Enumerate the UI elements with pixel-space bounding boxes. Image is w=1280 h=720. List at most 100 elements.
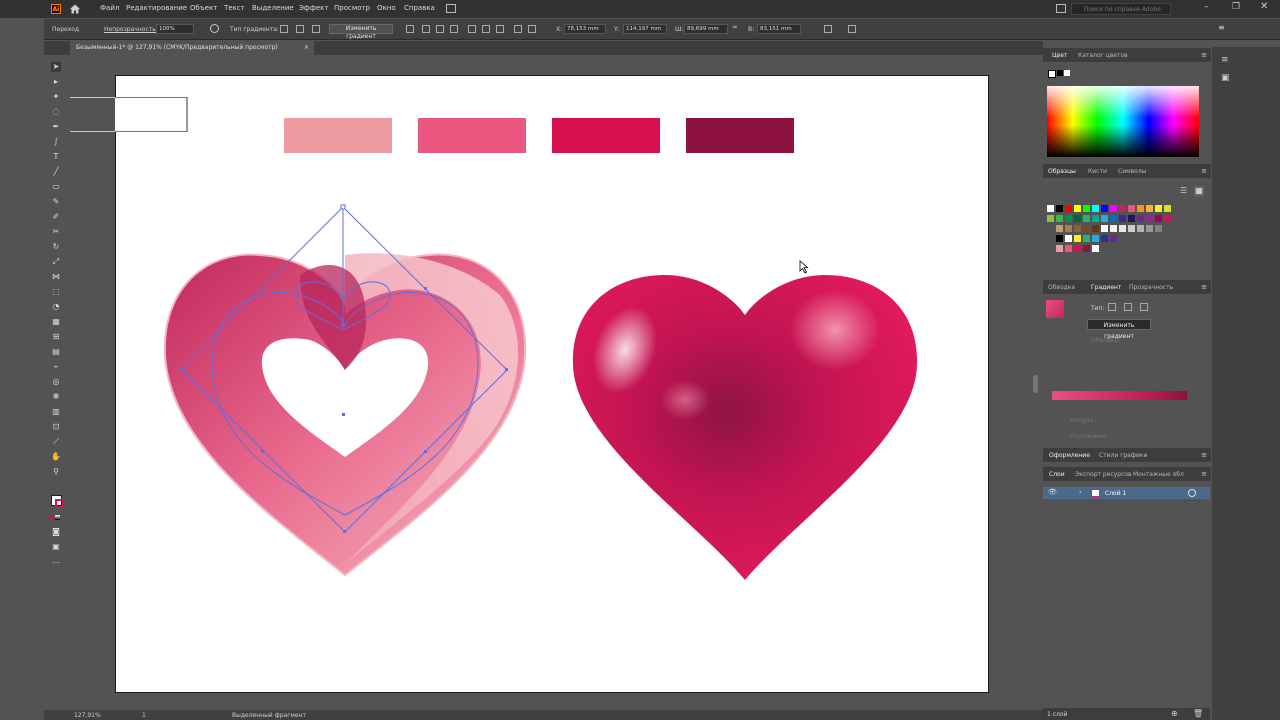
- swatch-cell[interactable]: [1047, 215, 1054, 222]
- mesh-tool-icon[interactable]: ⊞: [51, 332, 61, 342]
- delete-layer-icon[interactable]: 🗑: [1193, 709, 1203, 718]
- libraries-icon[interactable]: ▣: [1221, 73, 1230, 83]
- gradient-tool-icon[interactable]: ▤: [51, 347, 61, 357]
- swatch-cell[interactable]: [1074, 205, 1081, 212]
- curvature-tool-icon[interactable]: ∫: [51, 137, 61, 147]
- swatch-cell[interactable]: [1110, 225, 1117, 232]
- type-tool-icon[interactable]: T: [51, 152, 61, 162]
- isolate-icon[interactable]: [848, 25, 856, 33]
- color-spectrum[interactable]: [1047, 86, 1199, 157]
- tab-symbols[interactable]: Символы: [1118, 168, 1146, 175]
- layer-row[interactable]: 👁 › Слой 1: [1043, 487, 1210, 499]
- eyedropper-icon[interactable]: ⌁: [51, 362, 61, 372]
- swatch-cell[interactable]: [1056, 205, 1063, 212]
- hand-tool-icon[interactable]: ✋: [51, 452, 61, 462]
- swatch-cell[interactable]: [1101, 225, 1108, 232]
- swatch-cell[interactable]: [1092, 235, 1099, 242]
- blend-tool-icon[interactable]: ◎: [51, 377, 61, 387]
- gradient-mode-icon[interactable]: [55, 515, 60, 520]
- linear-type-icon[interactable]: [1108, 303, 1116, 311]
- align-bottom-icon[interactable]: [496, 25, 504, 33]
- edit-gradient-button[interactable]: Изменить градиент: [329, 24, 393, 40]
- swatch-cell[interactable]: [1092, 225, 1099, 232]
- line-tool-icon[interactable]: ╱: [51, 167, 61, 177]
- layers-panel-menu-icon[interactable]: ≡: [1201, 470, 1207, 478]
- close-tab-icon[interactable]: ×: [304, 41, 309, 55]
- palette-swatch-2[interactable]: [418, 118, 526, 153]
- swatch-cell[interactable]: [1056, 245, 1063, 252]
- linear-gradient-icon[interactable]: [280, 25, 288, 33]
- artboard-number[interactable]: 1: [142, 712, 146, 719]
- menu-effect[interactable]: Эффект: [299, 4, 328, 12]
- y-field[interactable]: 114,197 mm: [623, 24, 667, 34]
- swatch-cell[interactable]: [1083, 205, 1090, 212]
- swatch-cell[interactable]: [1101, 205, 1108, 212]
- swatch-cell[interactable]: [1128, 215, 1135, 222]
- swatch-cell[interactable]: [1092, 205, 1099, 212]
- freeform-gradient-icon[interactable]: [312, 25, 320, 33]
- swatch-cell[interactable]: [1056, 225, 1063, 232]
- panel-menu-icon[interactable]: ≡: [1218, 23, 1225, 32]
- palette-swatch-3[interactable]: [552, 118, 660, 153]
- swatch-grid[interactable]: [1047, 205, 1197, 265]
- swatch-cell[interactable]: [1155, 205, 1162, 212]
- arrange-docs-icon[interactable]: [1056, 4, 1066, 13]
- swatch-cell[interactable]: [1056, 215, 1063, 222]
- align-center-icon[interactable]: [436, 25, 444, 33]
- swatch-cell[interactable]: [1092, 245, 1099, 252]
- swatch-cell[interactable]: [1083, 235, 1090, 242]
- swatch-cell[interactable]: [1065, 225, 1072, 232]
- opacity-label[interactable]: Непрозрачность:: [104, 26, 158, 33]
- color-panel-menu-icon[interactable]: ≡: [1201, 51, 1207, 59]
- paintbrush-icon[interactable]: ✎: [51, 197, 61, 207]
- tab-stroke[interactable]: Обводка: [1048, 284, 1075, 291]
- swatch-cell[interactable]: [1065, 205, 1072, 212]
- swatch-cell[interactable]: [1164, 215, 1171, 222]
- align-right-icon[interactable]: [450, 25, 458, 33]
- swatch-cell[interactable]: [1146, 205, 1153, 212]
- more-tools-icon[interactable]: ⋯: [51, 558, 61, 568]
- pen-tool-icon[interactable]: ✒: [51, 122, 61, 132]
- scissors-icon[interactable]: ✂: [51, 227, 61, 237]
- shaper-tool-icon[interactable]: ✐: [51, 212, 61, 222]
- swatch-cell[interactable]: [1137, 225, 1144, 232]
- tab-transparency[interactable]: Прозрачность: [1129, 284, 1173, 291]
- swatch-cell[interactable]: [1056, 235, 1063, 242]
- scroll-thumb[interactable]: [1033, 375, 1038, 393]
- swatch-cell[interactable]: [1128, 225, 1135, 232]
- swatch-cell[interactable]: [1092, 215, 1099, 222]
- swatch-cell[interactable]: [1146, 225, 1153, 232]
- style-icon[interactable]: [210, 24, 219, 33]
- swatch-cell[interactable]: [1155, 215, 1162, 222]
- tab-gradient[interactable]: Градиент: [1091, 284, 1121, 291]
- minimize-button[interactable]: –: [1204, 2, 1209, 12]
- swatch-cell[interactable]: [1128, 205, 1135, 212]
- artboard-rectangle[interactable]: [115, 97, 188, 132]
- tab-artboards[interactable]: Монтажные обл: [1133, 471, 1184, 478]
- swatch-cell[interactable]: [1065, 235, 1072, 242]
- help-search-input[interactable]: [1071, 3, 1171, 15]
- swatch-cell[interactable]: [1101, 235, 1108, 242]
- swatch-cell[interactable]: [1110, 215, 1117, 222]
- swatch-cell[interactable]: [1110, 235, 1117, 242]
- swatch-cell[interactable]: [1119, 205, 1126, 212]
- screen-mode-icon[interactable]: ▣: [51, 542, 61, 552]
- menu-text[interactable]: Текст: [224, 4, 245, 12]
- gradient-panel-menu-icon[interactable]: ≡: [1201, 283, 1207, 291]
- link-icon[interactable]: ∞: [732, 23, 738, 31]
- swatch-cell[interactable]: [1119, 215, 1126, 222]
- white-mini-icon[interactable]: [1064, 70, 1070, 76]
- menu-object[interactable]: Объект: [190, 4, 217, 12]
- transform-icon[interactable]: [824, 25, 832, 33]
- swatch-cell[interactable]: [1065, 215, 1072, 222]
- swatch-cell[interactable]: [1110, 205, 1117, 212]
- home-icon[interactable]: [69, 3, 81, 15]
- swatches-panel-menu-icon[interactable]: ≡: [1201, 167, 1207, 175]
- zoom-tool-icon[interactable]: ⚲: [51, 467, 61, 477]
- maximize-button[interactable]: ❐: [1232, 2, 1240, 12]
- fill-mini-icon[interactable]: [1048, 70, 1056, 78]
- black-mini-icon[interactable]: [1057, 70, 1063, 76]
- tab-brushes[interactable]: Кисти: [1088, 168, 1107, 175]
- menu-select[interactable]: Выделение: [252, 4, 294, 12]
- status-mode[interactable]: Выделенный фрагмент: [232, 712, 306, 719]
